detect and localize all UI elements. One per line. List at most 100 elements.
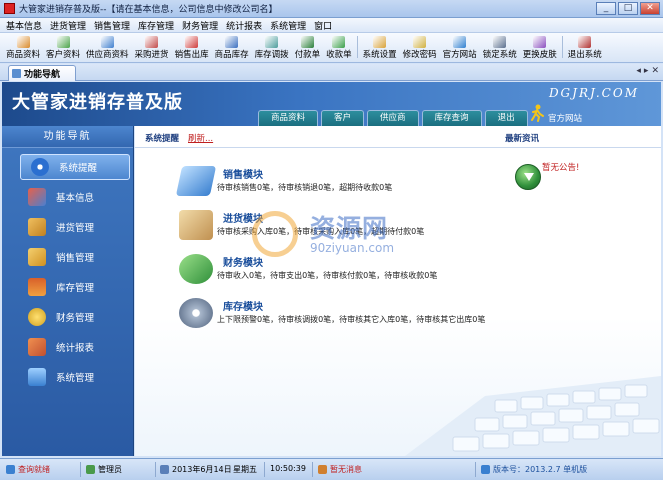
tab-strip: 功能导航 ◂ ▸ ✕ (0, 64, 663, 81)
menu-inventory[interactable]: 库存管理 (138, 19, 174, 32)
receipt-icon (332, 36, 346, 48)
customer-icon (56, 36, 70, 48)
sidebar-item-inventory[interactable]: 库存管理 (18, 274, 128, 300)
status-bar: 查询就绪 管理员 2013年6月14日 星期五 10:50:39 暂无消息 版本… (0, 458, 663, 480)
payment-icon (300, 36, 314, 48)
status-icon (6, 465, 15, 474)
menu-system[interactable]: 系统管理 (270, 19, 306, 32)
toolbar-skin-button[interactable]: 更换皮肤 (520, 33, 560, 62)
user-icon (86, 465, 95, 474)
sales-icon (185, 36, 199, 48)
window-controls: _ □ ✕ (596, 2, 660, 15)
tab-prev-icon[interactable]: ◂ (636, 66, 641, 76)
tab-nav-controls: ◂ ▸ ✕ (636, 66, 659, 76)
menu-window[interactable]: 窗口 (314, 19, 332, 32)
keyboard-decoration (405, 376, 661, 456)
menu-purchase[interactable]: 进货管理 (50, 19, 86, 32)
house-icon (28, 278, 46, 296)
sidebar: 功能导航 系统提醒 基本信息 进货管理 销售管理 库存管理 财务管理 统计报表 … (2, 126, 134, 456)
sidebar-item-system-reminder[interactable]: 系统提醒 (20, 154, 130, 180)
status-message[interactable]: 暂无消息 (318, 464, 362, 475)
banner: 大管家进销存普及版 DGJRJ.COM 商品资料 客户 供应商 库存查询 退出 … (2, 82, 661, 126)
status-weekday: 星期五 (233, 465, 257, 474)
menu-reports[interactable]: 统计报表 (226, 19, 262, 32)
toolbar-inventory-button[interactable]: 商品库存 (212, 33, 252, 62)
status-separator (475, 462, 476, 477)
status-ready: 查询就绪 (6, 464, 50, 475)
banner-nav: 商品资料 客户 供应商 库存查询 退出 (258, 110, 528, 126)
calendar-icon (160, 465, 169, 474)
minimize-button[interactable]: _ (596, 2, 616, 15)
purchase-icon (145, 36, 159, 48)
status-separator (312, 462, 313, 477)
toolbar-sales-button[interactable]: 销售出库 (172, 33, 212, 62)
book-icon (175, 166, 217, 196)
toolbar: 商品资料 客户资料 供应商资料 采购进货 销售出库 商品库存 库存调拨 付款单 … (0, 33, 663, 63)
refresh-link[interactable]: 刷新... (188, 132, 213, 144)
monitor-icon (28, 368, 46, 386)
banner-tab-supplier[interactable]: 供应商 (367, 110, 419, 126)
toolbar-transfer-button[interactable]: 库存调拨 (252, 33, 292, 62)
settings-icon (373, 36, 387, 48)
box-out-icon (28, 248, 46, 266)
status-time: 10:50:39 (270, 464, 306, 473)
content-header: 系统提醒 刷新... 最新资讯 (135, 126, 661, 148)
sidebar-item-sales[interactable]: 销售管理 (18, 244, 128, 270)
app-icon (4, 3, 15, 14)
banner-tab-customer[interactable]: 客户 (321, 110, 365, 126)
menu-bar: 基本信息 进货管理 销售管理 库存管理 财务管理 统计报表 系统管理 窗口 (0, 18, 663, 33)
menu-sales[interactable]: 销售管理 (94, 19, 130, 32)
coins-icon (28, 308, 46, 326)
close-button[interactable]: ✕ (640, 2, 660, 15)
website-icon (453, 36, 467, 48)
toolbar-exit-button[interactable]: 退出系统 (565, 33, 605, 62)
disk-icon (179, 298, 213, 328)
inventory-icon (225, 36, 239, 48)
exit-icon (578, 36, 592, 48)
title-bar: 大管家进销存普及版--【请在基本信息，公司信息中修改公司名】 _ □ ✕ (0, 0, 663, 18)
toolbar-lock-button[interactable]: 锁定系统 (480, 33, 520, 62)
sidebar-item-system[interactable]: 系统管理 (18, 364, 128, 390)
tab-close-icon[interactable]: ✕ (651, 66, 659, 76)
money-icon (179, 254, 213, 284)
toolbar-separator (561, 36, 563, 58)
toolbar-customer-button[interactable]: 客户资料 (43, 33, 83, 62)
announcement-link[interactable]: 暂无公告! (542, 161, 579, 173)
status-date: 2013年6月14日 (160, 464, 232, 475)
menu-finance[interactable]: 财务管理 (182, 19, 218, 32)
supplier-icon (100, 36, 114, 48)
nav-icon (12, 69, 21, 78)
package-icon (179, 210, 213, 240)
lock-icon (493, 36, 507, 48)
sidebar-item-finance[interactable]: 财务管理 (18, 304, 128, 330)
toolbar-payment-button[interactable]: 付款单 (292, 33, 324, 62)
content-title: 系统提醒 (145, 134, 180, 144)
info-icon (31, 158, 49, 176)
banner-tab-goods[interactable]: 商品资料 (258, 110, 319, 126)
version-icon (481, 465, 490, 474)
sidebar-item-reports[interactable]: 统计报表 (18, 334, 128, 360)
skin-icon (533, 36, 547, 48)
maximize-button[interactable]: □ (618, 2, 638, 15)
tab-next-icon[interactable]: ▸ (644, 66, 649, 76)
menu-basic-info[interactable]: 基本信息 (6, 19, 42, 32)
tab-function-nav[interactable]: 功能导航 (8, 65, 76, 81)
sidebar-item-purchase[interactable]: 进货管理 (18, 214, 128, 240)
toolbar-purchase-button[interactable]: 采购进货 (132, 33, 172, 62)
banner-tab-exit[interactable]: 退出 (484, 110, 528, 126)
sidebar-item-basic-info[interactable]: 基本信息 (18, 184, 128, 210)
transfer-icon (265, 36, 279, 48)
toolbar-website-button[interactable]: 官方网站 (440, 33, 480, 62)
toolbar-supplier-button[interactable]: 供应商资料 (83, 33, 132, 62)
official-site-link[interactable]: 官方网站 (530, 102, 582, 124)
watermark-logo-icon (252, 211, 298, 257)
toolbar-receipt-button[interactable]: 收款单 (323, 33, 355, 62)
main-content: 系统提醒 刷新... 最新资讯 销售模块 待审核销售0笔，待审核销退0笔，超期待… (135, 126, 661, 456)
toolbar-settings-button[interactable]: 系统设置 (360, 33, 400, 62)
status-separator (155, 462, 156, 477)
toolbar-password-button[interactable]: 修改密码 (400, 33, 440, 62)
status-user: 管理员 (86, 464, 122, 475)
status-version: 版本号：2013.2.7 单机版 (481, 464, 587, 475)
toolbar-goods-button[interactable]: 商品资料 (3, 33, 43, 62)
banner-tab-inventory-query[interactable]: 库存查询 (421, 110, 482, 126)
